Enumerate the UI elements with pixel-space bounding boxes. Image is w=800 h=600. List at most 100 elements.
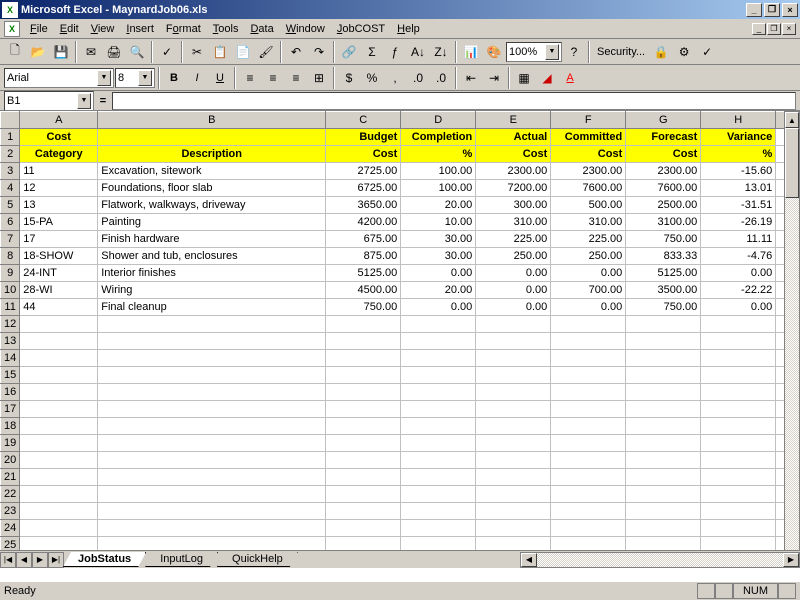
drawing-icon[interactable]: 🎨 xyxy=(483,41,505,63)
row-header[interactable]: 19 xyxy=(1,435,20,452)
font-color-icon[interactable]: A xyxy=(559,67,581,89)
row-header[interactable]: 11 xyxy=(1,299,20,316)
spreadsheet-grid[interactable]: A B C D E F G H I 1 Cost Budget Completi… xyxy=(0,111,796,554)
font-combo[interactable]: Arial▼ xyxy=(4,68,114,88)
decrease-decimal-icon[interactable]: .0 xyxy=(430,67,452,89)
security-button[interactable]: Security... xyxy=(593,46,649,58)
tab-prev-icon[interactable]: ◀ xyxy=(16,552,32,568)
tab-next-icon[interactable]: ▶ xyxy=(32,552,48,568)
format-painter-icon[interactable]: 🖌 xyxy=(255,41,277,63)
row-header[interactable]: 18 xyxy=(1,418,20,435)
col-header-c[interactable]: C xyxy=(326,112,401,129)
row-header[interactable]: 23 xyxy=(1,503,20,520)
align-right-icon[interactable]: ≡ xyxy=(285,67,307,89)
tool2-icon[interactable]: ⚙ xyxy=(673,41,695,63)
menu-edit[interactable]: Edit xyxy=(54,21,85,37)
row-header[interactable]: 14 xyxy=(1,350,20,367)
scroll-up-icon[interactable]: ▲ xyxy=(785,112,799,128)
menu-file[interactable]: File xyxy=(24,21,54,37)
col-header-h[interactable]: H xyxy=(701,112,776,129)
menu-jobcost[interactable]: JobCOST xyxy=(331,21,391,37)
workbook-icon[interactable]: X xyxy=(4,21,20,37)
col-header-a[interactable]: A xyxy=(20,112,98,129)
percent-icon[interactable]: % xyxy=(361,67,383,89)
italic-icon[interactable]: I xyxy=(186,67,208,89)
mdi-close[interactable]: × xyxy=(782,23,796,35)
borders-icon[interactable]: ▦ xyxy=(513,67,535,89)
open-icon[interactable]: 📂 xyxy=(27,41,49,63)
align-left-icon[interactable]: ≡ xyxy=(239,67,261,89)
menu-view[interactable]: View xyxy=(85,21,121,37)
menu-help[interactable]: Help xyxy=(391,21,426,37)
row-header[interactable]: 9 xyxy=(1,265,20,282)
hyperlink-icon[interactable]: 🔗 xyxy=(338,41,360,63)
currency-icon[interactable]: $ xyxy=(338,67,360,89)
restore-button[interactable]: ❐ xyxy=(764,3,780,17)
copy-icon[interactable]: 📋 xyxy=(209,41,231,63)
comma-icon[interactable]: , xyxy=(384,67,406,89)
col-header-e[interactable]: E xyxy=(476,112,551,129)
menu-tools[interactable]: Tools xyxy=(207,21,245,37)
row-header[interactable]: 6 xyxy=(1,214,20,231)
row-header[interactable]: 16 xyxy=(1,384,20,401)
tab-last-icon[interactable]: ▶| xyxy=(48,552,64,568)
decrease-indent-icon[interactable]: ⇤ xyxy=(460,67,482,89)
tab-quickhelp[interactable]: QuickHelp xyxy=(217,552,298,567)
tab-jobstatus[interactable]: JobStatus xyxy=(63,552,146,567)
row-header[interactable]: 22 xyxy=(1,486,20,503)
tool3-icon[interactable]: ✓ xyxy=(696,41,718,63)
scroll-left-icon[interactable]: ◀ xyxy=(521,553,537,567)
close-button[interactable]: × xyxy=(782,3,798,17)
name-box[interactable]: B1▼ xyxy=(4,91,94,111)
fontsize-combo[interactable]: 8▼ xyxy=(115,68,155,88)
new-icon[interactable]: 🗋 xyxy=(4,41,26,63)
chart-icon[interactable]: 📊 xyxy=(460,41,482,63)
row-header[interactable]: 5 xyxy=(1,197,20,214)
vertical-scrollbar[interactable]: ▲ ▼ xyxy=(784,111,800,567)
zoom-combo[interactable]: 100%▼ xyxy=(506,42,562,62)
mdi-minimize[interactable]: _ xyxy=(752,23,766,35)
row-header[interactable]: 21 xyxy=(1,469,20,486)
row-header[interactable]: 20 xyxy=(1,452,20,469)
tab-inputlog[interactable]: InputLog xyxy=(145,552,218,567)
fill-color-icon[interactable]: ◢ xyxy=(536,67,558,89)
mdi-restore[interactable]: ❐ xyxy=(767,23,781,35)
row-header[interactable]: 15 xyxy=(1,367,20,384)
menu-window[interactable]: Window xyxy=(280,21,331,37)
tool1-icon[interactable]: 🔒 xyxy=(650,41,672,63)
redo-icon[interactable]: ↷ xyxy=(308,41,330,63)
sort-desc-icon[interactable]: Z↓ xyxy=(430,41,452,63)
minimize-button[interactable]: _ xyxy=(746,3,762,17)
row-header[interactable]: 24 xyxy=(1,520,20,537)
sort-asc-icon[interactable]: A↓ xyxy=(407,41,429,63)
print-icon[interactable]: 🖨 xyxy=(103,41,125,63)
row-header[interactable]: 8 xyxy=(1,248,20,265)
equals-icon[interactable]: = xyxy=(94,95,112,107)
col-header-d[interactable]: D xyxy=(401,112,476,129)
row-header[interactable]: 17 xyxy=(1,401,20,418)
undo-icon[interactable]: ↶ xyxy=(285,41,307,63)
increase-decimal-icon[interactable]: .0 xyxy=(407,67,429,89)
autosum-icon[interactable]: Σ xyxy=(361,41,383,63)
row-header[interactable]: 13 xyxy=(1,333,20,350)
menu-insert[interactable]: Insert xyxy=(120,21,160,37)
spellcheck-icon[interactable]: ✓ xyxy=(156,41,178,63)
col-header-g[interactable]: G xyxy=(626,112,701,129)
menu-data[interactable]: Data xyxy=(244,21,279,37)
paste-icon[interactable]: 📄 xyxy=(232,41,254,63)
row-header[interactable]: 2 xyxy=(1,146,20,163)
row-header[interactable]: 1 xyxy=(1,129,20,146)
merge-icon[interactable]: ⊞ xyxy=(308,67,330,89)
col-header-b[interactable]: B xyxy=(98,112,326,129)
bold-icon[interactable]: B xyxy=(163,67,185,89)
tab-first-icon[interactable]: |◀ xyxy=(0,552,16,568)
increase-indent-icon[interactable]: ⇥ xyxy=(483,67,505,89)
scroll-thumb[interactable] xyxy=(785,128,799,198)
row-header[interactable]: 3 xyxy=(1,163,20,180)
scroll-right-icon[interactable]: ▶ xyxy=(783,553,799,567)
horizontal-scrollbar[interactable]: ◀ ▶ xyxy=(520,552,800,568)
select-all-corner[interactable] xyxy=(1,112,20,129)
function-icon[interactable]: ƒ xyxy=(384,41,406,63)
row-header[interactable]: 4 xyxy=(1,180,20,197)
col-header-f[interactable]: F xyxy=(551,112,626,129)
